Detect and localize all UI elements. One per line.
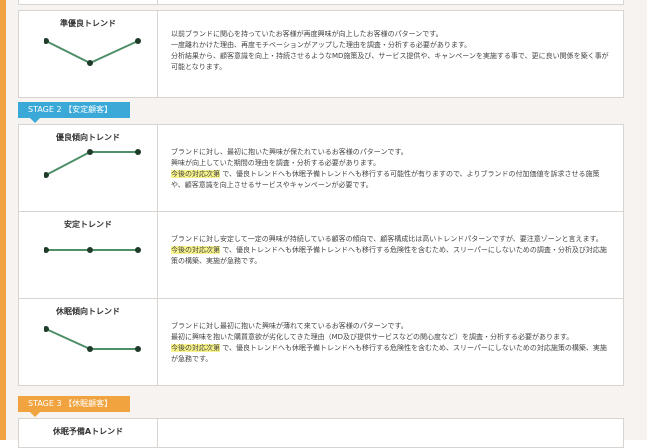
trend-chart-v-shape (44, 38, 141, 66)
trend-row-dormant-tendency: 休眠傾向トレンド ブランドに対し最初に抱いた興味が薄れて来ているお客様のパターン… (18, 298, 624, 386)
trend-chart-cell: 準優良トレンド (19, 11, 158, 97)
previous-row-edge (18, 0, 624, 5)
highlight-label: 今後の対応次第 (171, 170, 220, 178)
trend-row-excellent-tendency: 優良傾向トレンド ブランドに対し、最初に抱いた興味が保たれているお客様のパターン… (18, 124, 624, 212)
description-line: ブランドに対し、最初に抱いた興味が保たれているお客様のパターンです。 (171, 148, 408, 156)
trend-description: 以前ブランドに関心を持っていたお客様が再度興味が向上したお客様のパターンです。 … (171, 29, 613, 73)
trend-description: ブランドに対し最初に抱いた興味が薄れて来ているお客様のパターンです。 最初に興味… (171, 321, 613, 365)
description-line: 一度離れかけた理由、再度モチベーションがアップした理由を調査・分析する必要があり… (171, 41, 472, 49)
highlight-label: 今後の対応次第 (171, 344, 220, 352)
trend-title: 優良傾向トレンド (56, 133, 120, 142)
stage-3-label: STAGE 3 【休眠顧客】 (18, 396, 130, 417)
description-line: 今後の対応次第 で、優良トレンドへも休眠予備トレンドへも移行する危険性を含むため… (171, 246, 607, 265)
trend-row-semi-excellent: 準優良トレンド 以前ブランドに関心を持っていたお客様が再度興味が向上したお客様の… (18, 10, 624, 98)
description-line: ブランドに対し安定して一定の興味が持続している顧客の傾向で、顧客構成比は高いトレ… (171, 235, 603, 243)
trend-chart-falling (44, 326, 141, 352)
trend-title: 休眠傾向トレンド (56, 307, 120, 316)
trend-chart-cell: 休眠予備Aトレンド (19, 419, 158, 447)
highlight-label: 今後の対応次第 (171, 246, 220, 254)
trend-title: 準優良トレンド (60, 19, 116, 28)
description-line: 分析結果から、顧客意識を向上・持続させるようなMD施策及び、サービス提供や、キャ… (171, 52, 609, 71)
trend-description: ブランドに対し安定して一定の興味が持続している顧客の傾向で、顧客構成比は高いトレ… (171, 234, 613, 267)
description-line: 最初に興味を抱いた購買意欲が劣化してきた理由（MD及び提供サービスなどの関心度な… (171, 333, 574, 341)
description-line: 以前ブランドに関心を持っていたお客様が再度興味が向上したお客様のパターンです。 (171, 30, 443, 38)
trend-title: 安定トレンド (64, 220, 112, 229)
trend-chart-rising (44, 149, 141, 178)
description-line: 興味が向上していた期間の理由を調査・分析する必要があります。 (171, 159, 381, 167)
trend-row-stable: 安定トレンド ブランドに対し安定して一定の興味が持続している顧客の傾向で、顧客構… (18, 211, 624, 299)
trend-description: ブランドに対し、最初に抱いた興味が保たれているお客様のパターンです。 興味が向上… (171, 147, 613, 191)
trend-chart-flat (44, 247, 141, 253)
trend-row-dormant-reserve-a: 休眠予備Aトレンド (18, 418, 624, 448)
trend-chart-cell: 安定トレンド (19, 212, 158, 298)
trend-chart-cell: 休眠傾向トレンド (19, 299, 158, 385)
description-line: 今後の対応次第 で、優良トレンドへも休眠予備トレンドへも移行する危険性を含むため… (171, 344, 607, 363)
trend-chart-cell: 優良傾向トレンド (19, 125, 158, 211)
description-line: ブランドに対し最初に抱いた興味が薄れて来ているお客様のパターンです。 (171, 322, 408, 330)
stage-2-label: STAGE 2 【安定顧客】 (18, 102, 130, 123)
trend-title: 休眠予備Aトレンド (52, 427, 124, 436)
description-line: 今後の対応次第 で、優良トレンドへも休眠予備トレンドへも移行する可能性が有ります… (171, 170, 600, 189)
